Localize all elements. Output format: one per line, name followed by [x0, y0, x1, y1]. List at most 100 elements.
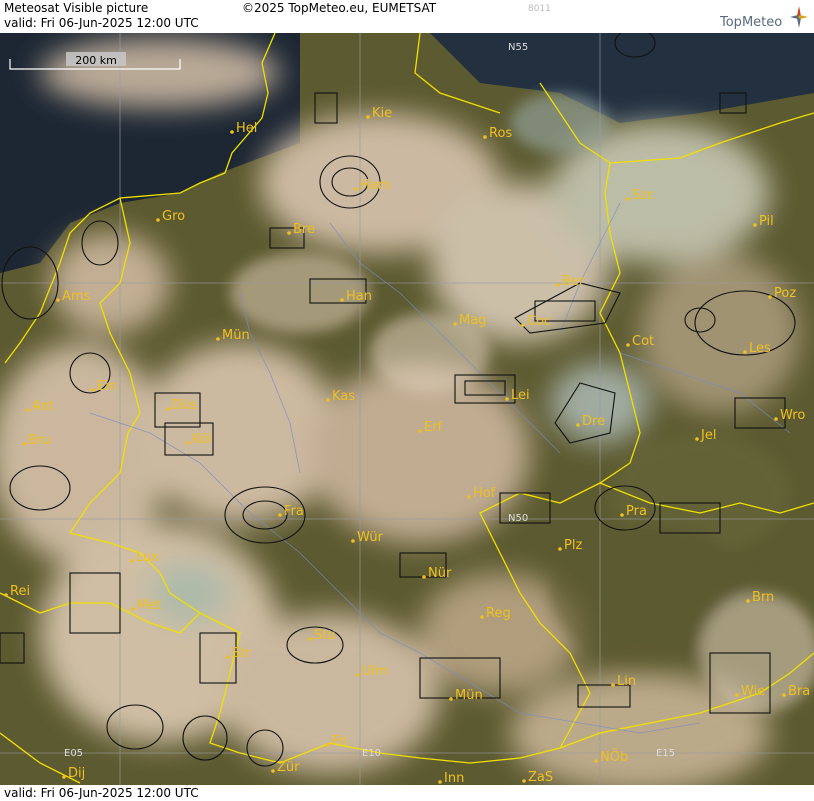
city-dot: [186, 441, 190, 445]
scale-label: 200 km: [75, 54, 117, 67]
city-nob: NÖb: [594, 748, 628, 765]
city-label: Ant: [32, 399, 54, 414]
city-dot: [356, 673, 360, 677]
city-label: Bre: [293, 222, 315, 237]
city-dot: [626, 343, 630, 347]
city-dot: [287, 231, 291, 235]
city-label: Stu: [314, 628, 336, 643]
city-dot: [768, 295, 772, 299]
city-label: Ham: [360, 178, 390, 193]
city-wur: Wür: [351, 530, 384, 545]
city-label: Pil: [759, 214, 774, 229]
city-label: Dre: [582, 414, 605, 429]
city-dot: [556, 283, 560, 287]
city-label: Inn: [444, 771, 464, 785]
copyright: ©2025 TopMeteo.eu, EUMETSAT: [242, 1, 437, 15]
city-label: Dij: [68, 766, 85, 781]
city-label: Ein: [97, 379, 117, 394]
city-mun: Mün: [216, 328, 250, 343]
city-dot: [611, 683, 615, 687]
compass-icon: [790, 6, 808, 28]
city-label: Ros: [489, 126, 512, 141]
grid-label: N50: [508, 513, 528, 524]
product-title: Meteosat Visible picture: [4, 1, 149, 15]
city-dot: [746, 599, 750, 603]
header-bar: Meteosat Visible picture valid: Fri 06-J…: [0, 0, 814, 34]
city-dot: [156, 218, 160, 222]
map-frame: Meteosat Visible picture valid: Fri 06-J…: [0, 0, 814, 801]
city-label: Les: [749, 341, 771, 356]
city-label: Lei: [511, 388, 530, 403]
city-label: Gro: [162, 209, 185, 224]
city-dot: [449, 697, 453, 701]
city-label: Met: [137, 598, 161, 613]
city-dot: [753, 223, 757, 227]
city-label: Poz: [774, 286, 796, 301]
city-label: Szc: [632, 188, 654, 203]
city-dot: [278, 513, 282, 517]
city-dot: [26, 408, 30, 412]
city-label: Mag: [459, 313, 486, 328]
city-dot: [505, 397, 509, 401]
city-label: Str: [232, 646, 251, 661]
city-label: Wie: [741, 684, 765, 699]
city-dot: [130, 559, 134, 563]
city-dot: [326, 743, 330, 747]
city-label: Hof: [473, 486, 496, 501]
grid-label: N55: [508, 42, 528, 53]
product-code: 8011: [528, 4, 551, 14]
city-label: Coc: [527, 314, 551, 329]
brand-name: TopMeteo: [720, 15, 783, 30]
grid-label: E15: [656, 748, 675, 759]
city-dot: [340, 298, 344, 302]
city-label: Düs: [172, 398, 197, 413]
city-dot: [166, 407, 170, 411]
city-dot: [271, 769, 275, 773]
city-dot: [483, 135, 487, 139]
city-dot: [418, 429, 422, 433]
city-dot: [558, 547, 562, 551]
city-dot: [735, 693, 739, 697]
city-label: Fra: [284, 504, 304, 519]
city-label: Ber: [562, 274, 585, 289]
city-dot: [230, 130, 234, 134]
valid-time: valid: Fri 06-Jun-2025 12:00 UTC: [4, 16, 199, 30]
city-dot: [453, 322, 457, 326]
city-dot: [480, 615, 484, 619]
city-dot: [521, 323, 525, 327]
city-dot: [594, 759, 598, 763]
city-dot: [62, 775, 66, 779]
city-label: Fri: [332, 734, 348, 749]
city-dot: [467, 495, 471, 499]
city-dot: [522, 779, 526, 783]
city-label: Wür: [357, 530, 384, 545]
city-label: NÖb: [600, 748, 628, 765]
city-label: Reg: [486, 606, 511, 621]
city-dot: [743, 350, 747, 354]
city-mag: Mag: [453, 313, 486, 328]
satellite-map[interactable]: 200 km N55 N50 E05 E10 E15 Hel Kie Ros Ham S…: [0, 33, 814, 785]
city-dot: [91, 388, 95, 392]
grid-label: E05: [64, 748, 83, 759]
city-dot: [354, 187, 358, 191]
city-dot: [695, 437, 699, 441]
city-label: Pra: [626, 504, 647, 519]
city-dot: [366, 115, 370, 119]
city-label: Nür: [428, 566, 452, 581]
city-dot: [22, 442, 26, 446]
city-label: Mün: [222, 328, 250, 343]
footer-bar: valid: Fri 06-Jun-2025 12:00 UTC: [0, 785, 814, 801]
city-label: Wro: [780, 408, 805, 423]
city-label: Köl: [192, 432, 211, 447]
city-label: Han: [346, 289, 372, 304]
city-label: Jel: [700, 428, 716, 443]
city-label: ZaS: [528, 770, 553, 785]
city-label: Ams: [62, 289, 91, 304]
city-dot: [576, 423, 580, 427]
city-label: Kas: [332, 389, 355, 404]
city-dot: [216, 337, 220, 341]
city-dot: [56, 298, 60, 302]
city-munich: Mün: [449, 688, 483, 703]
city-label: Zür: [277, 760, 300, 775]
city-dot: [782, 693, 786, 697]
